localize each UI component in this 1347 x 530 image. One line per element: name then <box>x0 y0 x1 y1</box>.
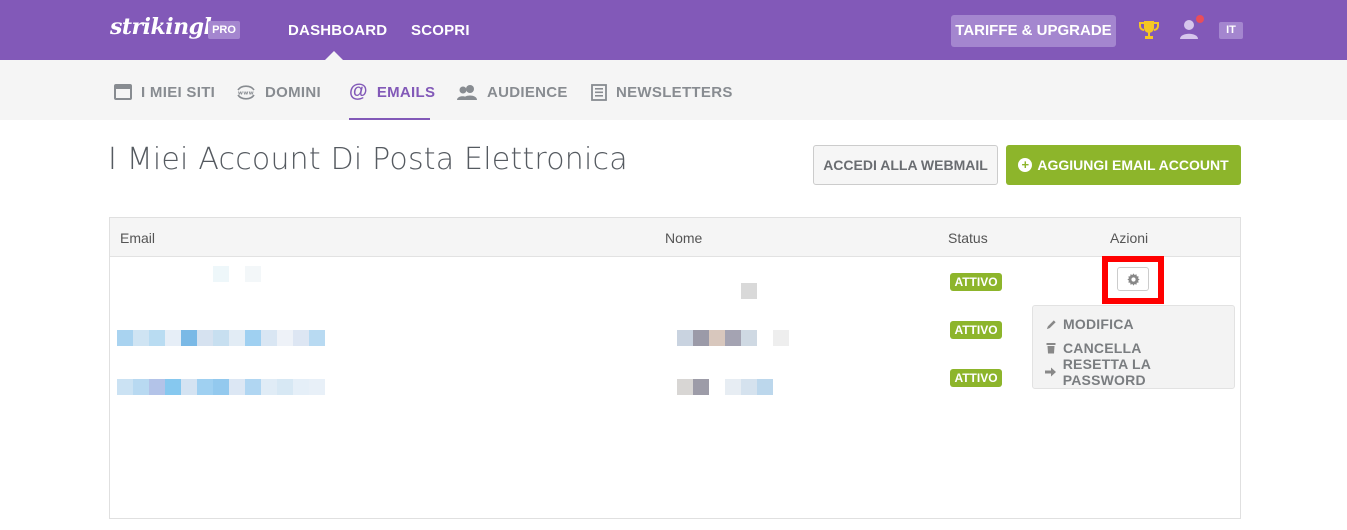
tab-newsletters[interactable]: NEWSLETTERS <box>591 82 733 102</box>
blurred-email <box>213 266 261 282</box>
tab-i-miei-siti[interactable]: I MIEI SITI <box>114 82 215 102</box>
trophy-icon[interactable] <box>1138 19 1160 41</box>
trash-icon <box>1045 342 1057 354</box>
column-header-nome: Nome <box>665 230 703 246</box>
actions-dropdown: MODIFICA CANCELLA RESETTA LA PASSWORD <box>1032 305 1235 389</box>
upgrade-button[interactable]: TARIFFE & UPGRADE <box>951 15 1116 47</box>
plus-circle-icon: + <box>1018 158 1033 172</box>
top-bar: strikingly PRO DASHBOARD SCOPRI TARIFFE … <box>0 0 1347 60</box>
menu-item-label: CANCELLA <box>1063 340 1142 356</box>
blurred-name <box>677 330 789 346</box>
add-button-label: AGGIUNGI EMAIL ACCOUNT <box>1037 157 1229 173</box>
notification-dot <box>1196 15 1204 23</box>
menu-item-label: MODIFICA <box>1063 316 1134 332</box>
blurred-email <box>117 330 325 346</box>
svg-text:www: www <box>238 91 254 97</box>
menu-item-cancella[interactable]: CANCELLA <box>1045 339 1142 357</box>
page-title: I Miei Account Di Posta Elettronica <box>108 142 628 177</box>
menu-item-modifica[interactable]: MODIFICA <box>1045 315 1134 333</box>
nav-dashboard[interactable]: DASHBOARD <box>288 22 387 39</box>
users-icon <box>457 85 477 100</box>
pro-badge: PRO <box>208 21 240 39</box>
add-email-account-button[interactable]: + AGGIUNGI EMAIL ACCOUNT <box>1006 145 1241 185</box>
menu-item-label: RESETTA LA PASSWORD <box>1062 356 1151 388</box>
pencil-icon <box>1045 319 1057 330</box>
tab-domini[interactable]: www DOMINI <box>236 82 321 102</box>
column-header-status: Status <box>948 230 988 246</box>
webmail-button[interactable]: ACCEDI ALLA WEBMAIL <box>813 145 998 185</box>
column-header-email: Email <box>120 230 156 246</box>
at-sign-icon: @ <box>349 81 368 102</box>
tab-audience[interactable]: AUDIENCE <box>456 82 568 102</box>
status-badge: ATTIVO <box>950 369 1002 387</box>
actions-gear-button[interactable] <box>1117 267 1149 291</box>
window-icon <box>114 84 132 100</box>
arrow-right-icon <box>1045 367 1057 377</box>
menu-item-resetta-password[interactable]: RESETTA LA PASSWORD <box>1045 356 1234 388</box>
column-header-azioni: Azioni <box>1110 230 1149 246</box>
gear-icon <box>1126 272 1140 286</box>
tab-label: AUDIENCE <box>487 83 568 101</box>
blurred-name <box>741 283 757 299</box>
tab-label: NEWSLETTERS <box>616 83 733 101</box>
language-badge[interactable]: IT <box>1219 22 1243 39</box>
blurred-name <box>677 379 773 395</box>
active-nav-caret <box>325 51 343 60</box>
nav-scopri[interactable]: SCOPRI <box>411 22 470 39</box>
status-badge: ATTIVO <box>950 273 1002 291</box>
newsletter-icon <box>591 83 607 101</box>
blurred-email <box>117 379 325 395</box>
www-globe-icon: www <box>237 85 255 100</box>
tab-label: EMAILS <box>376 83 436 101</box>
status-badge: ATTIVO <box>950 321 1002 339</box>
sub-nav: I MIEI SITI www DOMINI @ EMAILS AUDIENCE… <box>0 60 1347 120</box>
tab-label: DOMINI <box>265 83 321 101</box>
tab-emails[interactable]: @ EMAILS <box>349 81 436 102</box>
tab-label: I MIEI SITI <box>141 83 216 101</box>
table-header: Email Nome Status Azioni <box>110 218 1240 257</box>
active-tab-underline <box>349 118 430 120</box>
strikingly-logo[interactable]: strikingly <box>110 14 224 40</box>
